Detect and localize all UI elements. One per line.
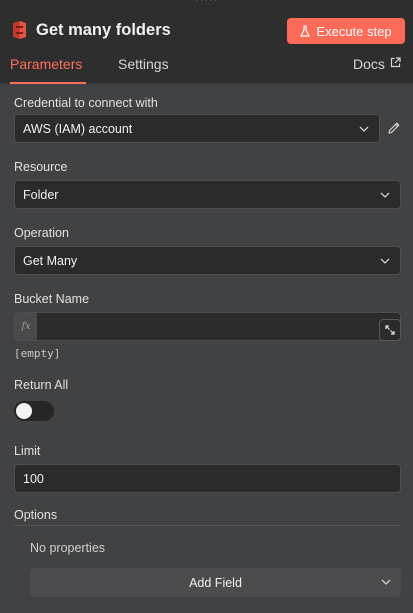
execute-step-label: Execute step bbox=[316, 23, 392, 39]
add-field-label: Add Field bbox=[189, 575, 242, 590]
tab-settings[interactable]: Settings bbox=[118, 56, 169, 84]
limit-label: Limit bbox=[14, 444, 41, 458]
add-field-button[interactable]: Add Field bbox=[30, 568, 401, 597]
bucket-name-empty-hint: [empty] bbox=[14, 347, 61, 360]
tab-parameters-label: Parameters bbox=[10, 56, 83, 72]
tab-docs[interactable]: Docs bbox=[353, 56, 401, 84]
chevron-down-icon bbox=[380, 192, 390, 198]
return-all-label: Return All bbox=[14, 378, 69, 392]
flask-icon bbox=[300, 25, 311, 37]
limit-value: 100 bbox=[23, 471, 44, 486]
expand-icon bbox=[385, 325, 395, 335]
parameters-panel: Credential to connect with AWS (IAM) acc… bbox=[0, 84, 413, 613]
options-divider bbox=[14, 525, 401, 526]
s3-node-icon bbox=[13, 21, 26, 39]
tab-settings-label: Settings bbox=[118, 56, 169, 72]
expression-fx-badge: fx bbox=[15, 313, 37, 340]
no-properties-text: No properties bbox=[30, 541, 106, 555]
chevron-down-icon bbox=[359, 126, 369, 132]
resource-select[interactable]: Folder bbox=[14, 180, 401, 209]
credential-label: Credential to connect with bbox=[14, 96, 158, 110]
resource-label: Resource bbox=[14, 160, 68, 174]
chevron-down-icon bbox=[380, 258, 390, 264]
credential-select[interactable]: AWS (IAM) account bbox=[14, 114, 380, 143]
operation-label: Operation bbox=[14, 226, 69, 240]
resource-value: Folder bbox=[23, 187, 59, 202]
credential-value: AWS (IAM) account bbox=[23, 121, 133, 136]
chevron-down-icon bbox=[381, 579, 391, 585]
toggle-knob bbox=[16, 403, 32, 419]
node-title: Get many folders bbox=[36, 20, 171, 39]
tab-bar: Parameters Settings Docs bbox=[0, 56, 413, 84]
operation-select[interactable]: Get Many bbox=[14, 246, 401, 275]
tab-parameters[interactable]: Parameters bbox=[10, 56, 86, 84]
operation-value: Get Many bbox=[23, 253, 78, 268]
panel-drag-handle[interactable]: ····· bbox=[0, 0, 413, 6]
return-all-toggle[interactable] bbox=[14, 401, 54, 421]
title-row: Get many folders bbox=[11, 14, 171, 46]
bucket-name-label: Bucket Name bbox=[14, 292, 90, 306]
drag-handle-dots: ····· bbox=[194, 0, 219, 6]
execute-step-button[interactable]: Execute step bbox=[287, 18, 405, 44]
limit-input[interactable]: 100 bbox=[14, 464, 401, 493]
tab-docs-label: Docs bbox=[353, 56, 385, 72]
external-link-icon bbox=[390, 57, 401, 68]
expand-editor-button[interactable] bbox=[379, 319, 401, 341]
bucket-name-input[interactable]: fx bbox=[14, 312, 401, 341]
pencil-icon[interactable] bbox=[387, 121, 401, 135]
node-header: Get many folders Execute step Parameters… bbox=[0, 0, 413, 84]
options-label: Options bbox=[14, 508, 58, 522]
